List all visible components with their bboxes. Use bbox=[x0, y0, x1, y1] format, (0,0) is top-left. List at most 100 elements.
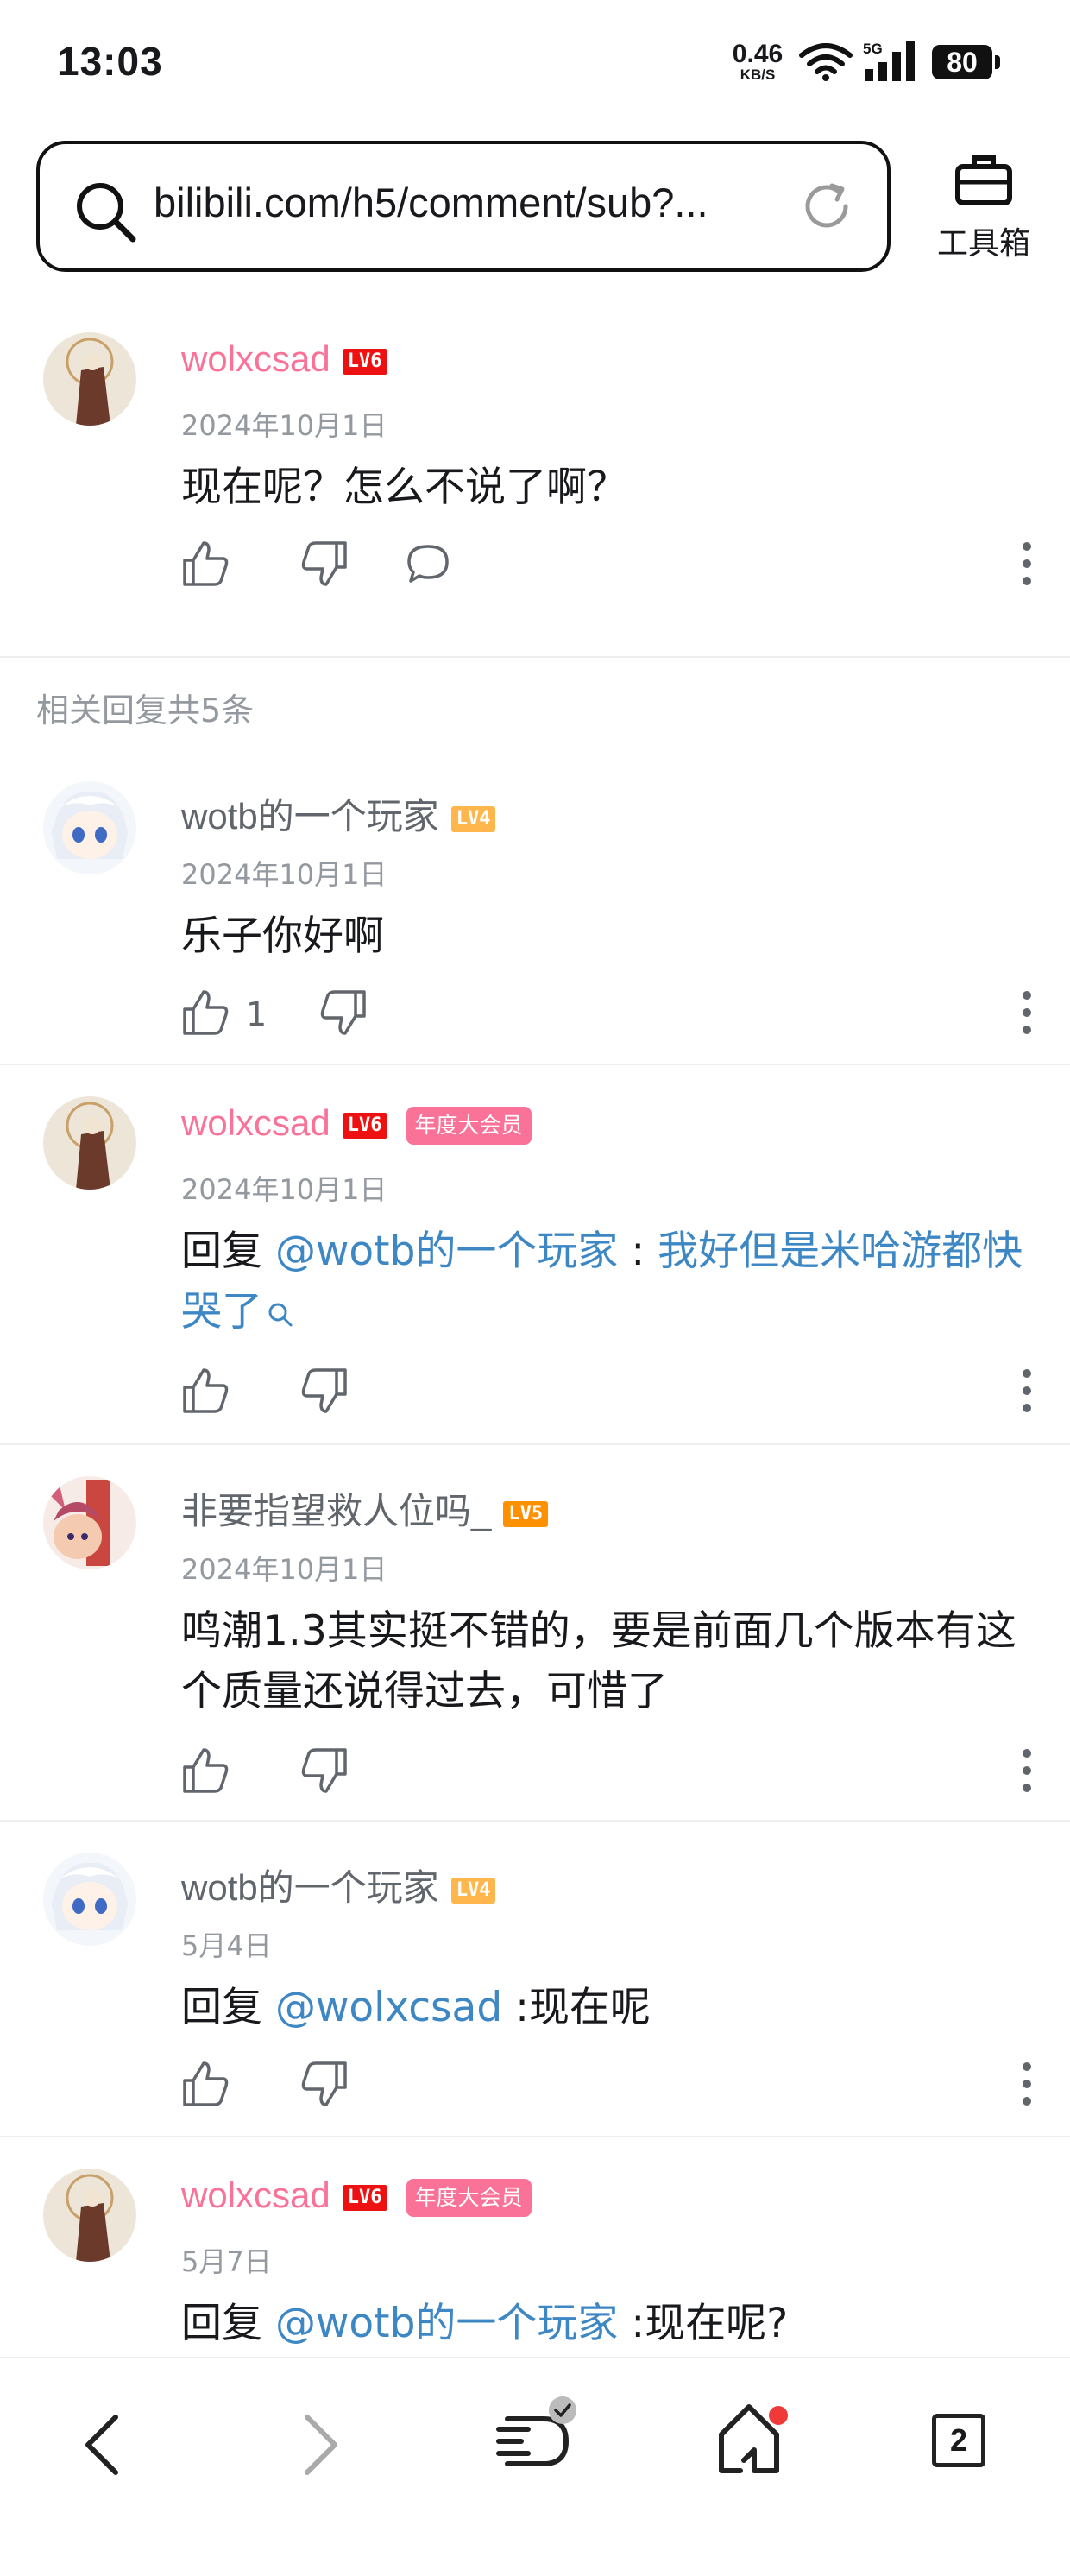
reply-actions bbox=[181, 1746, 1035, 1798]
level-badge: LV5 bbox=[503, 1500, 549, 1527]
reply-actions: 1 bbox=[181, 988, 1035, 1040]
divider bbox=[0, 2136, 1070, 2137]
reply-username[interactable]: wolxcsad LV6 年度大会员 bbox=[181, 2175, 532, 2217]
level-badge: LV6 bbox=[342, 2184, 387, 2211]
like-icon[interactable] bbox=[181, 1746, 230, 1795]
reply-date: 5月4日 bbox=[181, 1929, 272, 1962]
reply-text: 回复 @wotb的一个玩家 : 我好但是米哈游都快哭了 bbox=[181, 1222, 1027, 1342]
reply-icon[interactable] bbox=[404, 540, 452, 588]
more-options-icon[interactable] bbox=[1018, 1746, 1035, 1795]
reply-username[interactable]: wotb的一个玩家 LV4 bbox=[181, 1859, 496, 1911]
cellular-signal-icon: 5G bbox=[863, 41, 915, 81]
status-time: 13:03 bbox=[57, 39, 163, 84]
more-options-icon[interactable] bbox=[1018, 988, 1035, 1037]
level-badge: LV6 bbox=[342, 348, 387, 375]
username-text[interactable]: 非要指望救人位吗_ bbox=[181, 1491, 491, 1531]
comment-actions bbox=[181, 540, 1035, 591]
toolbox-icon bbox=[955, 155, 1012, 205]
username-text[interactable]: wotb的一个玩家 bbox=[181, 796, 439, 837]
more-options-icon[interactable] bbox=[1018, 2060, 1035, 2108]
reply-date: 2024年10月1日 bbox=[181, 858, 387, 891]
reply-text: 乐子你好啊 bbox=[181, 912, 384, 960]
like-icon[interactable] bbox=[181, 988, 230, 1037]
dislike-icon[interactable] bbox=[300, 2060, 349, 2108]
reply-prefix: 回复 bbox=[181, 1984, 275, 2031]
dislike-icon[interactable] bbox=[300, 540, 349, 588]
address-bar[interactable]: bilibili.com/h5/comment/sub?... bbox=[36, 141, 891, 272]
level-badge: LV4 bbox=[450, 1877, 496, 1904]
reply-actions bbox=[181, 1367, 1035, 1418]
avatar-image bbox=[43, 1096, 136, 1190]
network-speed-value: 0.46 bbox=[732, 40, 784, 68]
reply-date: 2024年10月1日 bbox=[181, 1553, 387, 1586]
feed-icon[interactable] bbox=[492, 2393, 578, 2479]
avatar[interactable] bbox=[43, 1853, 136, 1946]
bottom-navigation: 2 bbox=[0, 2357, 1070, 2576]
level-badge: LV4 bbox=[450, 805, 496, 832]
reply-text: 鸣潮1.3其实挺不错的，要是前面几个版本有这个质量还说得过去，可惜了 bbox=[181, 1607, 1016, 1715]
toolbox-label: 工具箱 bbox=[936, 226, 1030, 262]
reply-separator: : bbox=[618, 1228, 658, 1275]
signal-5g-label: 5G bbox=[863, 41, 883, 57]
search-icon[interactable] bbox=[266, 1300, 295, 1329]
username-text[interactable]: wolxcsad bbox=[181, 2175, 330, 2215]
divider bbox=[0, 656, 1070, 658]
avatar-image bbox=[43, 781, 136, 874]
like-icon[interactable] bbox=[181, 540, 230, 588]
level-badge: LV6 bbox=[342, 1112, 387, 1139]
comment-text: 现在呢？怎么不说了啊？ bbox=[181, 464, 627, 511]
avatar-image bbox=[43, 2169, 136, 2262]
avatar-image bbox=[43, 1853, 136, 1946]
avatar-image bbox=[43, 1476, 136, 1569]
reply-username[interactable]: 非要指望救人位吗_ LV5 bbox=[181, 1482, 549, 1535]
network-speed: 0.46 KB/S bbox=[723, 40, 792, 83]
reply-body: :现在呢 bbox=[502, 1984, 651, 2031]
reply-prefix: 回复 bbox=[181, 1228, 275, 1275]
comment-username[interactable]: wolxcsad LV6 bbox=[181, 338, 387, 380]
avatar[interactable] bbox=[43, 781, 136, 874]
reply-date: 2024年10月1日 bbox=[181, 1173, 387, 1206]
mention-link[interactable]: @wotb的一个玩家 bbox=[275, 1228, 618, 1275]
forward-icon[interactable] bbox=[293, 2410, 345, 2479]
more-options-icon[interactable] bbox=[1018, 540, 1035, 588]
tab-switcher-button[interactable]: 2 bbox=[932, 2414, 985, 2467]
avatar-image bbox=[43, 332, 136, 426]
home-icon[interactable] bbox=[714, 2393, 801, 2479]
reload-icon[interactable] bbox=[799, 179, 854, 234]
more-options-icon[interactable] bbox=[1018, 1367, 1035, 1415]
battery-indicator: 80 bbox=[932, 45, 1000, 79]
reply-body: :现在呢? bbox=[618, 2300, 789, 2347]
mention-link[interactable]: @wotb的一个玩家 bbox=[275, 2300, 618, 2347]
search-icon bbox=[77, 183, 136, 243]
avatar[interactable] bbox=[43, 1476, 136, 1569]
wifi-icon bbox=[799, 43, 853, 81]
mention-link[interactable]: @wolxcsad bbox=[275, 1984, 502, 2031]
avatar[interactable] bbox=[43, 332, 136, 426]
divider bbox=[0, 1443, 1070, 1445]
status-bar: 13:03 0.46 KB/S 5G 80 bbox=[0, 0, 1070, 129]
like-icon[interactable] bbox=[181, 1367, 230, 1415]
url-text[interactable]: bilibili.com/h5/comment/sub?... bbox=[154, 179, 708, 226]
dislike-icon[interactable] bbox=[300, 1746, 349, 1795]
username-text[interactable]: wotb的一个玩家 bbox=[181, 1867, 439, 1908]
toolbox-button[interactable]: 工具箱 bbox=[923, 151, 1044, 263]
vip-badge: 年度大会员 bbox=[406, 1106, 532, 1145]
avatar[interactable] bbox=[43, 1096, 136, 1190]
comment-date: 2024年10月1日 bbox=[181, 409, 387, 442]
dislike-icon[interactable] bbox=[319, 988, 368, 1037]
reply-username[interactable]: wotb的一个玩家 LV4 bbox=[181, 787, 496, 840]
reply-username[interactable]: wolxcsad LV6 年度大会员 bbox=[181, 1102, 532, 1145]
like-icon[interactable] bbox=[181, 2060, 230, 2108]
username-text[interactable]: wolxcsad bbox=[181, 338, 330, 379]
like-count: 1 bbox=[246, 995, 268, 1033]
network-speed-unit: KB/S bbox=[740, 66, 776, 83]
avatar[interactable] bbox=[43, 2169, 136, 2262]
divider bbox=[0, 1820, 1070, 1822]
vip-badge: 年度大会员 bbox=[406, 2178, 532, 2217]
username-text[interactable]: wolxcsad bbox=[181, 1102, 330, 1143]
back-icon[interactable] bbox=[78, 2410, 129, 2479]
reply-date: 5月7日 bbox=[181, 2245, 272, 2278]
dislike-icon[interactable] bbox=[300, 1367, 349, 1415]
divider bbox=[0, 1064, 1070, 1065]
reply-text: 回复 @wotb的一个玩家 :现在呢? bbox=[181, 2294, 1027, 2354]
